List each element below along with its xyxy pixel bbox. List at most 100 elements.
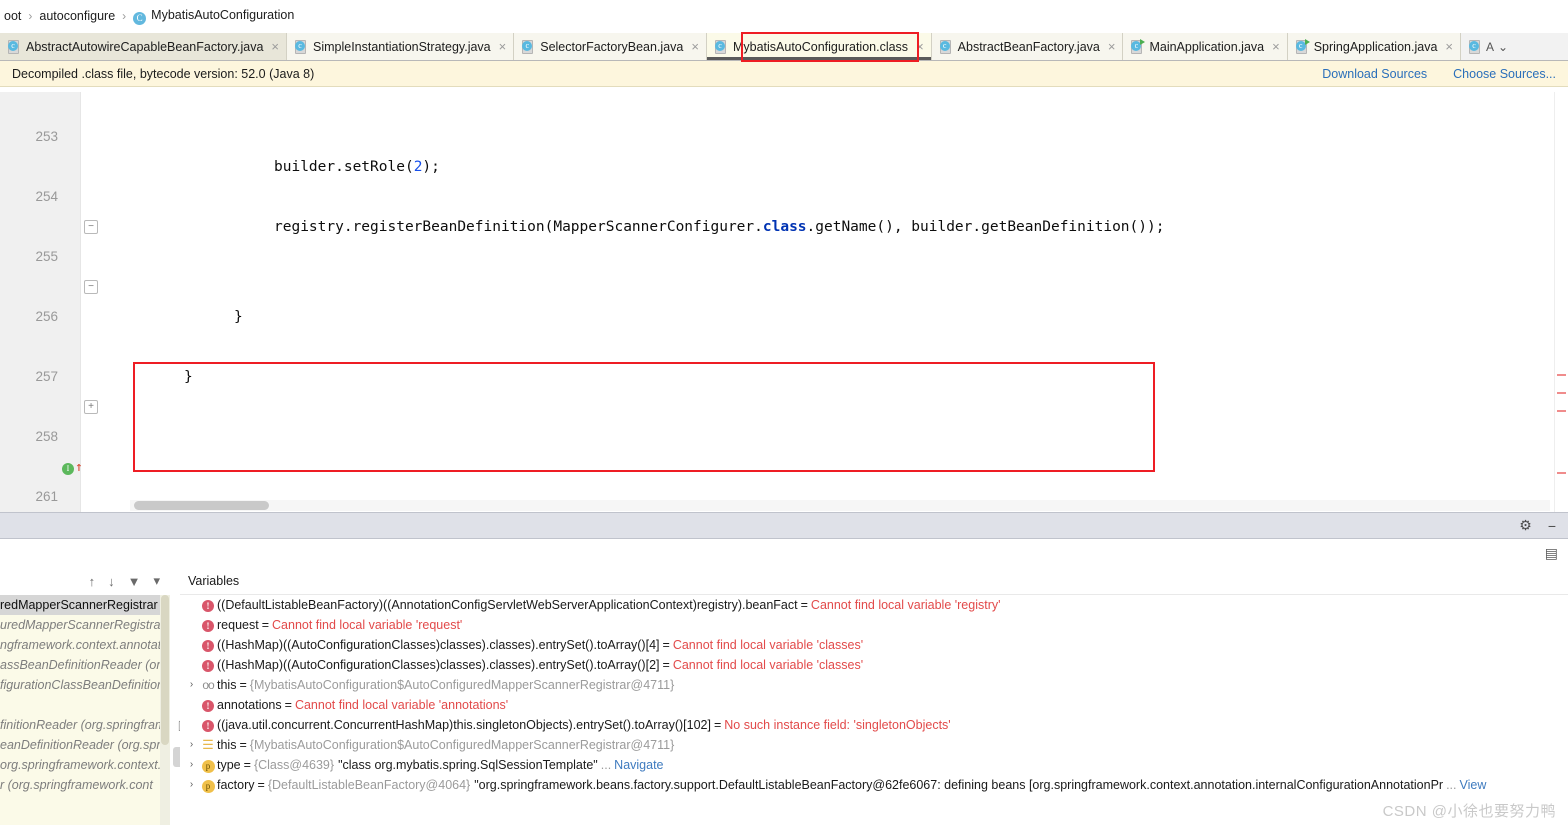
code-line: 258 I↑ + public void setBeanFactory(Bean…	[0, 392, 1568, 475]
decompiled-notice-text: Decompiled .class file, bytecode version…	[12, 66, 315, 81]
fold-plus-icon[interactable]: +	[84, 400, 98, 414]
variable-name: type	[217, 758, 241, 772]
variable-row[interactable]: ! ((DefaultListableBeanFactory)((Annotat…	[180, 595, 1568, 615]
variable-row[interactable]: › ☰ this = {MybatisAutoConfiguration$Aut…	[180, 735, 1568, 755]
equals-sign: =	[800, 598, 808, 612]
breadcrumb-item-root[interactable]: oot	[2, 9, 23, 23]
java-runnable-class-icon: c	[1131, 38, 1146, 54]
tab-spring-application[interactable]: c SpringApplication.java ×	[1287, 33, 1461, 60]
frames-down-icon[interactable]: ↓	[108, 574, 115, 589]
variable-value: Cannot find local variable 'annotations'	[294, 698, 509, 712]
variable-value-string: "org.springframework.beans.factory.suppo…	[474, 778, 1444, 792]
frame-item[interactable]: assBeanDefinitionReader (org	[0, 655, 170, 675]
equals-sign: =	[239, 738, 247, 752]
variable-name: ((HashMap)((AutoConfigurationClasses)cla…	[217, 658, 660, 672]
navigate-link[interactable]: Navigate	[614, 755, 663, 775]
scrollbar-thumb[interactable]	[161, 595, 169, 745]
editor-error-stripe[interactable]	[1554, 92, 1568, 512]
variables-list[interactable]: ! ((DefaultListableBeanFactory)((Annotat…	[180, 595, 1568, 795]
tab-overflow-label: A	[1486, 39, 1495, 54]
variables-panel[interactable]: Variables ! ((DefaultListableBeanFactory…	[180, 567, 1568, 825]
equals-sign: =	[284, 698, 292, 712]
variable-value: Cannot find local variable 'request'	[272, 618, 463, 632]
variable-row[interactable]: ! request = Cannot find local variable '…	[180, 615, 1568, 635]
frames-filter-icon[interactable]: ▼	[128, 574, 141, 589]
variable-value: {MybatisAutoConfiguration$AutoConfigured…	[249, 738, 675, 752]
expand-twisty[interactable]: ›	[184, 775, 199, 795]
fold-minus-icon[interactable]: −	[84, 280, 98, 294]
frame-item[interactable]: eanDefinitionReader (org.spr	[0, 735, 170, 755]
code-line: 255 − }	[0, 212, 1568, 325]
tab-close-icon[interactable]: ×	[1108, 40, 1116, 53]
frame-item[interactable]: finitionReader (org.springfram	[0, 715, 170, 735]
ide-window: oot › autoconfigure › C MybatisAutoConfig…	[0, 0, 1568, 825]
gear-icon[interactable]: ⚙	[1519, 517, 1532, 534]
variable-value: Cannot find local variable 'classes'	[672, 658, 864, 672]
frames-scrollbar[interactable]	[160, 595, 170, 825]
frame-item[interactable]	[0, 695, 170, 715]
expand-twisty[interactable]: ›	[184, 735, 199, 755]
layout-strip: ▤	[0, 539, 1568, 567]
code-editor[interactable]: 253 builder.setRole(2); 254 registry.reg…	[0, 92, 1568, 512]
variable-value: Cannot find local variable 'registry'	[810, 598, 1001, 612]
expand-twisty[interactable]: ›	[184, 675, 199, 695]
equals-sign: =	[239, 678, 247, 692]
frame-item[interactable]: redMapperScannerRegistrar	[0, 595, 170, 615]
frame-item[interactable]: figurationClassBeanDefinition	[0, 675, 170, 695]
watermark: CSDN @小徐也要努力鸭	[1382, 803, 1556, 820]
tab-overflow-area[interactable]: c A ⌄	[1461, 33, 1517, 60]
breadcrumb-item-class[interactable]: C MybatisAutoConfiguration	[131, 8, 296, 25]
tab-close-icon[interactable]: ×	[1445, 40, 1453, 53]
frame-item[interactable]: org.springframework.context.	[0, 755, 170, 775]
tab-abstract-autowire-capable-bean-factory[interactable]: c AbstractAutowireCapableBeanFactory.jav…	[0, 33, 287, 60]
scrollbar-thumb[interactable]	[134, 501, 269, 510]
variable-value: No such instance field: 'singletonObject…	[724, 718, 951, 732]
value-ellipsis: ...	[600, 758, 612, 772]
list-icon: ☰	[202, 737, 214, 752]
chevron-down-icon[interactable]: ⌄	[1498, 40, 1508, 54]
tab-close-icon[interactable]: ×	[499, 40, 507, 53]
line-number: 256	[35, 309, 58, 324]
tab-selector-factory-bean[interactable]: c SelectorFactoryBean.java ×	[514, 33, 707, 60]
editor-horizontal-scrollbar[interactable]	[130, 500, 1550, 511]
equals-sign: =	[257, 778, 265, 792]
download-sources-link[interactable]: Download Sources	[1322, 67, 1427, 81]
minimize-icon[interactable]: −	[1548, 518, 1556, 534]
tab-label: MainApplication.java	[1149, 39, 1265, 54]
tab-label: SimpleInstantiationStrategy.java	[312, 39, 491, 54]
tab-close-icon[interactable]: ×	[916, 40, 924, 53]
choose-sources-link[interactable]: Choose Sources...	[1453, 67, 1556, 81]
variable-row[interactable]: › oo this = {MybatisAutoConfiguration$Au…	[180, 675, 1568, 695]
breadcrumb-item-package[interactable]: autoconfigure	[37, 9, 117, 23]
variable-row[interactable]: ! ((java.util.concurrent.ConcurrentHashM…	[180, 715, 1568, 735]
tab-simple-instantiation-strategy[interactable]: c SimpleInstantiationStrategy.java ×	[286, 33, 515, 60]
expand-twisty[interactable]: ›	[184, 755, 199, 775]
tab-close-icon[interactable]: ×	[691, 40, 699, 53]
variable-row[interactable]: ! ((HashMap)((AutoConfigurationClasses)c…	[180, 655, 1568, 675]
frame-item[interactable]: r (org.springframework.cont	[0, 775, 170, 795]
frames-more-icon[interactable]: ▾	[153, 573, 160, 589]
variable-row[interactable]: ! ((HashMap)((AutoConfigurationClasses)c…	[180, 635, 1568, 655]
frame-item[interactable]: uredMapperScannerRegistrar	[0, 615, 170, 635]
tab-close-icon[interactable]: ×	[1272, 40, 1280, 53]
tab-label: SpringApplication.java	[1313, 39, 1438, 54]
tab-mybatis-auto-configuration[interactable]: c MybatisAutoConfiguration.class ×	[706, 33, 932, 60]
frames-up-icon[interactable]: ↑	[89, 574, 96, 589]
equals-sign: =	[261, 618, 270, 632]
variable-row[interactable]: › p type = {Class@4639} "class org.mybat…	[180, 755, 1568, 775]
view-link[interactable]: View	[1460, 775, 1487, 795]
tab-abstract-bean-factory[interactable]: c AbstractBeanFactory.java ×	[931, 33, 1124, 60]
tab-close-icon[interactable]: ×	[271, 40, 279, 53]
layout-settings-icon[interactable]: ▤	[1545, 545, 1558, 562]
equals-sign: =	[713, 718, 722, 732]
frames-panel[interactable]: redMapperScannerRegistrar uredMapperScan…	[0, 595, 170, 825]
frame-item[interactable]: ngframework.context.annotat	[0, 635, 170, 655]
fold-minus-icon[interactable]: −	[84, 220, 98, 234]
line-text: }	[184, 369, 193, 385]
variable-row[interactable]: ! annotations = Cannot find local variab…	[180, 695, 1568, 715]
equals-sign: =	[662, 638, 670, 652]
tab-main-application[interactable]: c MainApplication.java ×	[1123, 33, 1288, 60]
variable-row[interactable]: › p factory = {DefaultListableBeanFactor…	[180, 775, 1568, 795]
variable-name: ((DefaultListableBeanFactory)((Annotatio…	[217, 598, 798, 612]
line-number: 261	[35, 489, 58, 504]
